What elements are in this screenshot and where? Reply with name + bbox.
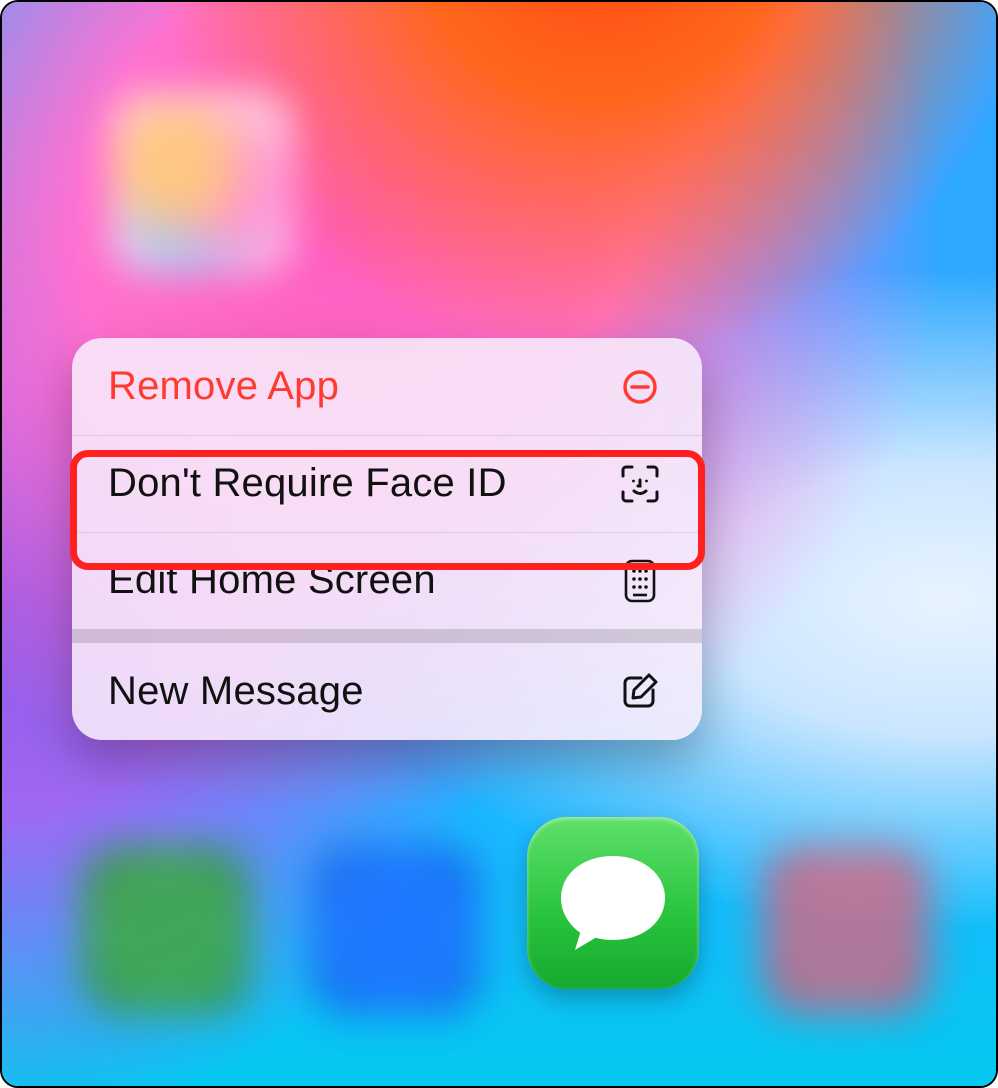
- blurred-dock-app-3: [762, 846, 930, 1014]
- blurred-app-icon: [110, 90, 294, 274]
- minus-circle-icon: [618, 365, 662, 409]
- speech-bubble-icon: [553, 848, 673, 958]
- face-id-icon: [618, 462, 662, 506]
- menu-item-new-message[interactable]: New Message: [72, 643, 702, 740]
- menu-item-remove-app[interactable]: Remove App: [72, 338, 702, 435]
- compose-icon: [618, 670, 662, 714]
- menu-separator: [72, 629, 702, 643]
- blurred-dock-app-2: [312, 846, 480, 1014]
- ios-home-screen: Remove App Don't Require Face ID Edit Ho…: [0, 0, 998, 1088]
- apps-grid-icon: [618, 559, 662, 603]
- menu-item-label: New Message: [108, 669, 364, 714]
- menu-item-edit-home-screen[interactable]: Edit Home Screen: [72, 532, 702, 629]
- messages-app-icon[interactable]: [527, 817, 699, 989]
- app-context-menu: Remove App Don't Require Face ID Edit Ho…: [72, 338, 702, 740]
- blurred-dock-app-1: [82, 846, 250, 1014]
- menu-item-label: Remove App: [108, 364, 339, 409]
- menu-item-label: Don't Require Face ID: [108, 461, 507, 506]
- menu-item-dont-require-face-id[interactable]: Don't Require Face ID: [72, 435, 702, 532]
- menu-item-label: Edit Home Screen: [108, 558, 436, 603]
